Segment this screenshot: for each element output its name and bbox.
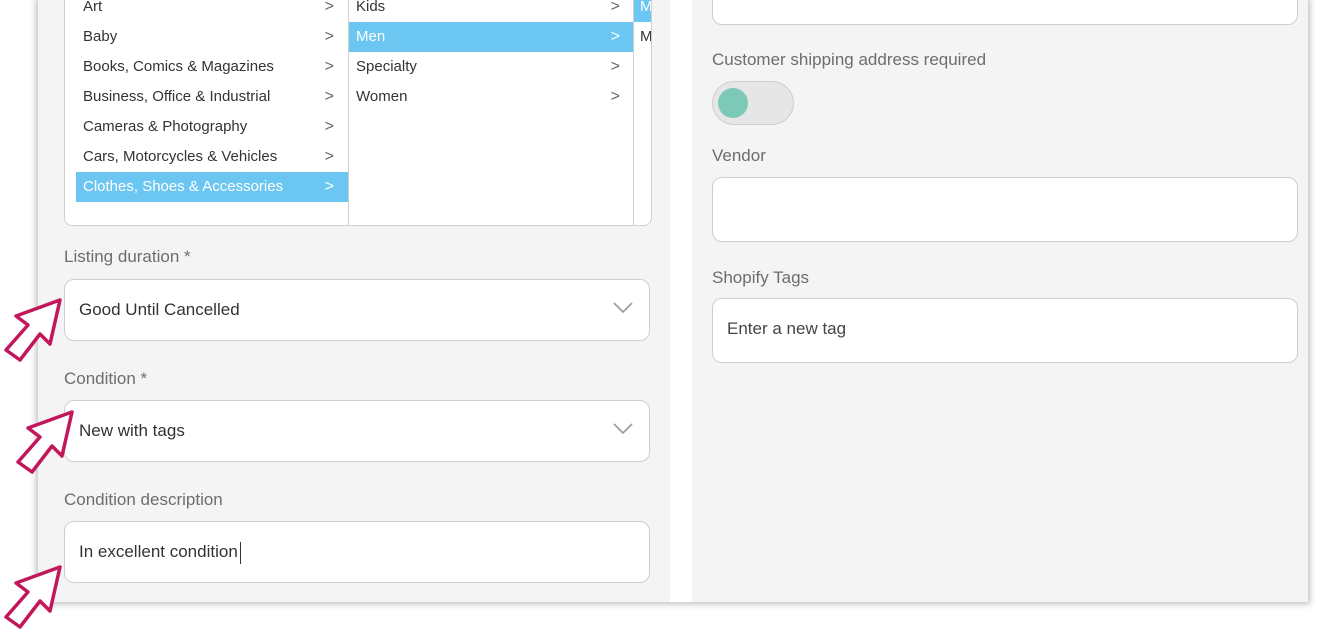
- top-input[interactable]: [712, 0, 1298, 25]
- chevron-down-icon: [613, 302, 633, 314]
- chevron-right-icon: >: [324, 0, 334, 15]
- pointer-arrow-icon: [16, 410, 74, 474]
- shopify-tags-input[interactable]: Enter a new tag: [712, 298, 1298, 363]
- chevron-right-icon: >: [610, 28, 620, 45]
- category-column-1: Art > Baby > Books, Comics & Magazines > Bu…: [76, 0, 348, 225]
- category-item[interactable]: Business, Office & Industrial >: [76, 82, 348, 112]
- listing-duration-label: Listing duration *: [64, 247, 191, 266]
- shipping-label: Customer shipping address required: [712, 50, 987, 69]
- category-item[interactable]: Art >: [76, 0, 348, 22]
- chevron-right-icon: >: [324, 118, 334, 135]
- toggle-knob: [718, 88, 748, 118]
- chevron-right-icon: >: [324, 178, 334, 195]
- subcategory-item[interactable]: Women >: [349, 82, 634, 112]
- subcategory-item-selected[interactable]: Men >: [349, 22, 634, 52]
- chevron-right-icon: >: [610, 58, 620, 75]
- condition-value: New with tags: [79, 421, 185, 440]
- subcategory-item[interactable]: M: [634, 22, 651, 52]
- category-item-selected[interactable]: Clothes, Shoes & Accessories >: [76, 172, 348, 202]
- left-column: Art > Baby > Books, Comics & Magazines > Bu…: [38, 0, 670, 602]
- category-browser: Art > Baby > Books, Comics & Magazines > Bu…: [64, 0, 652, 226]
- listing-duration-select[interactable]: Good Until Cancelled: [64, 279, 650, 341]
- form-panel: Art > Baby > Books, Comics & Magazines > Bu…: [38, 0, 1308, 602]
- condition-label: Condition *: [64, 369, 148, 388]
- category-item[interactable]: Baby >: [76, 22, 348, 52]
- category-item[interactable]: Cameras & Photography >: [76, 112, 348, 142]
- vendor-label: Vendor: [712, 146, 766, 165]
- category-column-2: Kids > Men > Specialty > Women >: [348, 0, 634, 225]
- column-divider: [670, 0, 692, 602]
- category-item[interactable]: Books, Comics & Magazines >: [76, 52, 348, 82]
- chevron-down-icon: [613, 423, 633, 435]
- condition-description-value: In excellent condition: [79, 542, 238, 561]
- listing-duration-value: Good Until Cancelled: [79, 300, 240, 319]
- pointer-arrow-icon: [4, 565, 62, 629]
- vendor-input[interactable]: [712, 177, 1298, 242]
- right-column: Customer shipping address required Vendo…: [692, 0, 1308, 602]
- condition-select[interactable]: New with tags: [64, 400, 650, 462]
- shopify-tags-placeholder: Enter a new tag: [727, 319, 847, 338]
- subcategory-item-selected[interactable]: M: [634, 0, 651, 22]
- subcategory-item[interactable]: Specialty >: [349, 52, 634, 82]
- chevron-right-icon: >: [324, 28, 334, 45]
- category-item[interactable]: Cars, Motorcycles & Vehicles >: [76, 142, 348, 172]
- condition-description-label: Condition description: [64, 490, 223, 509]
- subcategory-item[interactable]: Kids >: [349, 0, 634, 22]
- chevron-right-icon: >: [324, 88, 334, 105]
- chevron-right-icon: >: [324, 58, 334, 75]
- text-cursor: [239, 541, 241, 564]
- shipping-toggle[interactable]: [712, 81, 794, 125]
- pointer-arrow-icon: [4, 298, 62, 362]
- shopify-tags-label: Shopify Tags: [712, 268, 810, 287]
- chevron-right-icon: >: [610, 88, 620, 105]
- condition-description-input[interactable]: In excellent condition: [64, 521, 650, 583]
- category-column-3: M M: [633, 0, 651, 225]
- chevron-right-icon: >: [324, 148, 334, 165]
- chevron-right-icon: >: [610, 0, 620, 15]
